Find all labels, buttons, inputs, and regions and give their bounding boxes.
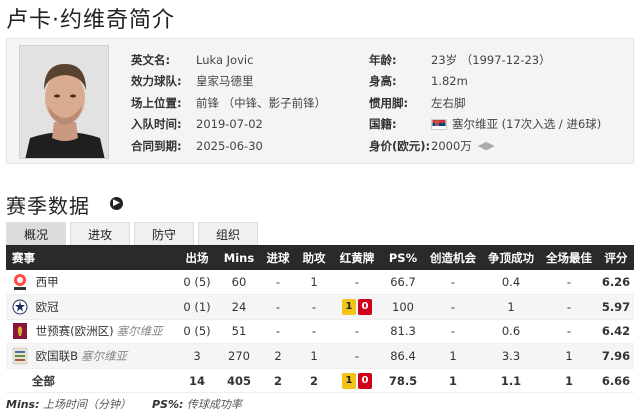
total-label: 全部 — [6, 368, 176, 394]
profile-row-english-name: 英文名: Luka Jovic — [131, 52, 254, 67]
player-photo — [19, 45, 109, 159]
tab-overview[interactable]: 概况 — [6, 222, 66, 246]
table-row[interactable]: 西甲 0 (5) 60 - 1 - 66.7 - 0.4 - 6.26 — [6, 270, 634, 296]
yellow-card-icon: 1 — [342, 299, 356, 316]
rating-value: 6.42 — [598, 319, 634, 345]
laliga-logo-icon — [14, 274, 26, 291]
profile-row-nationality: 国籍: 塞尔维亚 (17次入选 / 进6球) — [369, 117, 602, 132]
profile-info-left: 英文名: Luka Jovic 效力球队: 皇家马德里 场上位置: 前锋 （中锋… — [131, 49, 326, 157]
profile-row-market-value: 身价(欧元): 2000万 ◀▶ — [369, 138, 495, 153]
value-arrows-icon[interactable]: ◀▶ — [478, 139, 495, 152]
competition-name[interactable]: 西甲 — [36, 275, 59, 289]
profile-row-position: 场上位置: 前锋 （中锋、影子前锋） — [131, 95, 327, 110]
yellow-card-icon: 1 — [342, 373, 356, 390]
rating-value: 5.97 — [598, 294, 634, 320]
table-row[interactable]: 欧国联B 塞尔维亚 3 270 2 1 - 86.4 1 3.3 1 7.96 — [6, 343, 634, 369]
profile-info-right: 年龄: 23岁 （1997-12-23） 身高: 1.82m 惯用脚: 左右脚 … — [369, 49, 601, 157]
competition-name[interactable]: 欧冠 — [36, 300, 59, 314]
table-row[interactable]: 欧冠 0 (1) 24 - - 10 100 - 1 - 5.97 — [6, 294, 634, 320]
rating-value: 6.66 — [598, 368, 634, 394]
player-profile-card: 英文名: Luka Jovic 效力球队: 皇家马德里 场上位置: 前锋 （中锋… — [6, 38, 634, 164]
col-chances: 创造机会 — [424, 246, 482, 270]
profile-row-height: 身高: 1.82m — [369, 74, 468, 89]
col-cards: 红黄牌 — [332, 246, 382, 270]
profile-row-team: 效力球队: 皇家马德里 — [131, 74, 254, 89]
table-total-row: 全部 14 405 2 2 10 78.5 1 1.1 1 6.66 — [6, 368, 634, 394]
wcq-logo-icon — [13, 323, 27, 340]
profile-row-age: 年龄: 23岁 （1997-12-23） — [369, 52, 551, 67]
profile-row-join-date: 入队时间: 2019-07-02 — [131, 117, 263, 132]
profile-row-contract-end: 合同到期: 2025-06-30 — [131, 138, 263, 153]
rating-value: 6.26 — [598, 270, 634, 296]
table-row[interactable]: 世预赛(欧洲区) 塞尔维亚 0 (5) 51 - - - 81.3 - 0.6 -… — [6, 319, 634, 345]
col-rating: 评分 — [598, 246, 634, 270]
serbia-flag-icon — [431, 118, 447, 130]
red-card-icon: 0 — [358, 299, 372, 316]
team-name[interactable]: 塞尔维亚 — [117, 324, 163, 338]
col-mins: Mins — [218, 246, 260, 270]
col-aerials: 争顶成功 — [482, 246, 540, 270]
col-apps: 出场 — [176, 246, 218, 270]
tab-defense[interactable]: 防守 — [134, 222, 194, 246]
team-name[interactable]: 塞尔维亚 — [81, 349, 127, 363]
unl-logo-icon — [12, 347, 28, 365]
stats-tabs: 概况 进攻 防守 组织 — [6, 222, 262, 246]
col-goals: 进球 — [260, 246, 296, 270]
table-header-row: 赛事 出场 Mins 进球 助攻 红黄牌 PS% 创造机会 争顶成功 全场最佳 … — [6, 246, 634, 270]
stats-section-title: 赛季数据 — [6, 194, 90, 218]
col-motm: 全场最佳 — [540, 246, 598, 270]
arrow-right-circle-icon[interactable]: ▶ — [110, 197, 123, 210]
competition-name[interactable]: 欧国联B — [36, 349, 78, 363]
tab-attack[interactable]: 进攻 — [70, 222, 130, 246]
col-competition: 赛事 — [6, 246, 176, 270]
ucl-logo-icon — [12, 299, 28, 315]
page-title: 卢卡·约维奇简介 — [6, 8, 175, 33]
table-footnote: Mins: 上场时间（分钟） PS%: 传球成功率 — [6, 398, 242, 411]
col-ps: PS% — [382, 246, 424, 270]
competition-name[interactable]: 世预赛(欧洲区) — [36, 324, 114, 338]
col-assists: 助攻 — [296, 246, 332, 270]
red-card-icon: 0 — [358, 373, 372, 390]
rating-value: 7.96 — [598, 343, 634, 369]
profile-row-preferred-foot: 惯用脚: 左右脚 — [369, 95, 466, 110]
stats-table: 赛事 出场 Mins 进球 助攻 红黄牌 PS% 创造机会 争顶成功 全场最佳 … — [6, 246, 634, 394]
tab-organization[interactable]: 组织 — [198, 222, 258, 246]
